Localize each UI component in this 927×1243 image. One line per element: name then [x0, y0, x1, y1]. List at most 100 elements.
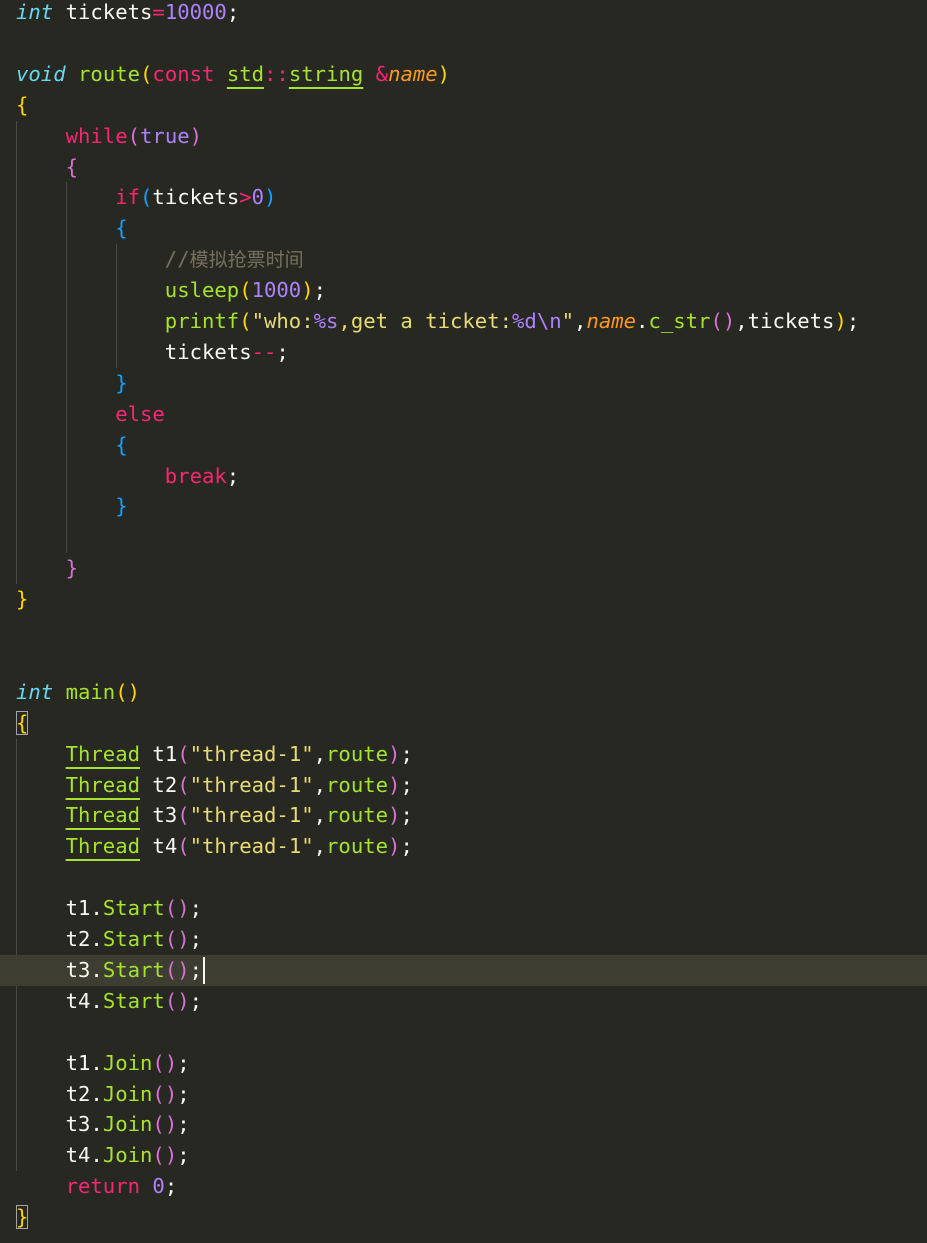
code-line[interactable]: }	[0, 368, 927, 399]
code-token: (	[177, 741, 190, 766]
code-token: ;	[846, 309, 860, 333]
code-token: 10000	[164, 0, 227, 24]
code-token: t3.	[65, 1112, 103, 1137]
code-line[interactable]: Thread t2("thread-1",route);	[0, 770, 927, 801]
code-line[interactable]: t2.Join();	[0, 1079, 927, 1110]
code-line[interactable]: //模拟抢票时间	[0, 244, 927, 275]
code-token: while	[65, 123, 128, 148]
code-token: ;	[189, 896, 203, 921]
code-token: t2.	[65, 927, 103, 951]
code-token: )	[189, 123, 203, 148]
code-token: ()	[164, 896, 190, 921]
code-line[interactable]: {	[0, 708, 927, 739]
code-line[interactable]: }	[0, 491, 927, 522]
code-line[interactable]: Thread t3("thread-1",route);	[0, 800, 927, 831]
code-token: ,tickets	[735, 309, 835, 333]
code-line[interactable]: tickets--;	[0, 337, 927, 368]
code-token: (	[710, 309, 723, 333]
code-line[interactable]: t4.Start();	[0, 986, 927, 1017]
code-token: (	[140, 61, 153, 86]
code-line[interactable]: if(tickets>0)	[0, 182, 927, 213]
code-token: Join	[102, 1112, 153, 1137]
code-line[interactable]: Thread t4("thread-1",route);	[0, 831, 927, 862]
code-token: tickets	[152, 185, 240, 210]
code-token: {	[16, 710, 29, 735]
code-line[interactable]: Thread t1("thread-1",route);	[0, 739, 927, 770]
code-token: t3.	[65, 957, 103, 982]
code-line[interactable]: {	[0, 213, 927, 244]
code-line[interactable]	[0, 28, 927, 59]
code-token: )	[388, 803, 401, 828]
code-token: ,	[574, 309, 587, 333]
code-line[interactable]: return 0;	[0, 1171, 927, 1202]
code-token: ;	[189, 957, 203, 982]
code-line[interactable]: int tickets=10000;	[0, 0, 927, 28]
code-token: .	[636, 309, 649, 333]
code-line[interactable]	[0, 1017, 927, 1048]
code-token: t2	[140, 772, 178, 797]
code-token: const	[152, 61, 215, 86]
code-line[interactable]: t1.Join();	[0, 1048, 927, 1079]
code-line[interactable]: else	[0, 399, 927, 430]
code-token: (	[127, 123, 141, 148]
code-line[interactable]: {	[0, 152, 927, 183]
code-token: break	[164, 463, 227, 488]
code-token: }	[16, 587, 29, 612]
code-token: }	[115, 494, 128, 519]
code-token: >	[239, 185, 252, 210]
code-token: )	[388, 741, 401, 766]
code-token: tickets	[53, 0, 153, 24]
code-line[interactable]: }	[0, 553, 927, 584]
code-token: Start	[102, 927, 165, 951]
code-line[interactable]: int main()	[0, 677, 927, 708]
code-token: (	[140, 185, 153, 210]
code-editor[interactable]: int tickets=10000;void route(const std::…	[0, 0, 927, 1243]
code-token: {	[16, 92, 29, 117]
code-token: Thread	[65, 772, 141, 797]
code-token: }	[65, 556, 79, 581]
code-token: %s	[313, 309, 339, 333]
code-line[interactable]: }	[0, 1202, 927, 1233]
code-line[interactable]: void route(const std::string &name)	[0, 59, 927, 90]
code-token: name	[586, 309, 637, 333]
code-token: )	[834, 309, 847, 333]
code-token: string	[288, 61, 364, 86]
code-line[interactable]	[0, 615, 927, 646]
code-token: ;	[177, 1081, 190, 1106]
code-line[interactable]: {	[0, 90, 927, 121]
current-code-line[interactable]: t3.Start();	[0, 954, 927, 986]
code-line[interactable]: t3.Join();	[0, 1109, 927, 1140]
code-token: Start	[102, 957, 165, 982]
code-line[interactable]: while(true)	[0, 121, 927, 152]
code-token: )	[264, 185, 277, 210]
code-line[interactable]: t1.Start();	[0, 893, 927, 924]
code-token: "	[561, 309, 575, 333]
code-line[interactable]: }	[0, 584, 927, 615]
code-token: ()	[164, 927, 190, 951]
code-line[interactable]	[0, 862, 927, 893]
code-token: 1000	[251, 278, 302, 303]
code-token: Start	[102, 988, 165, 1013]
code-line[interactable]: break;	[0, 461, 927, 492]
code-line[interactable]: {	[0, 430, 927, 461]
text-cursor	[203, 957, 206, 985]
code-line[interactable]	[0, 522, 927, 553]
code-line[interactable]	[0, 646, 927, 677]
code-line[interactable]: t2.Start();	[0, 924, 927, 955]
code-line[interactable]: usleep(1000);	[0, 275, 927, 306]
code-line[interactable]: printf("who:%s,get a ticket:%d\n",name.c…	[0, 306, 927, 337]
code-token: void	[16, 61, 66, 86]
code-token: Thread	[65, 741, 141, 766]
code-token: )	[437, 61, 451, 86]
code-line[interactable]: t4.Join();	[0, 1140, 927, 1171]
